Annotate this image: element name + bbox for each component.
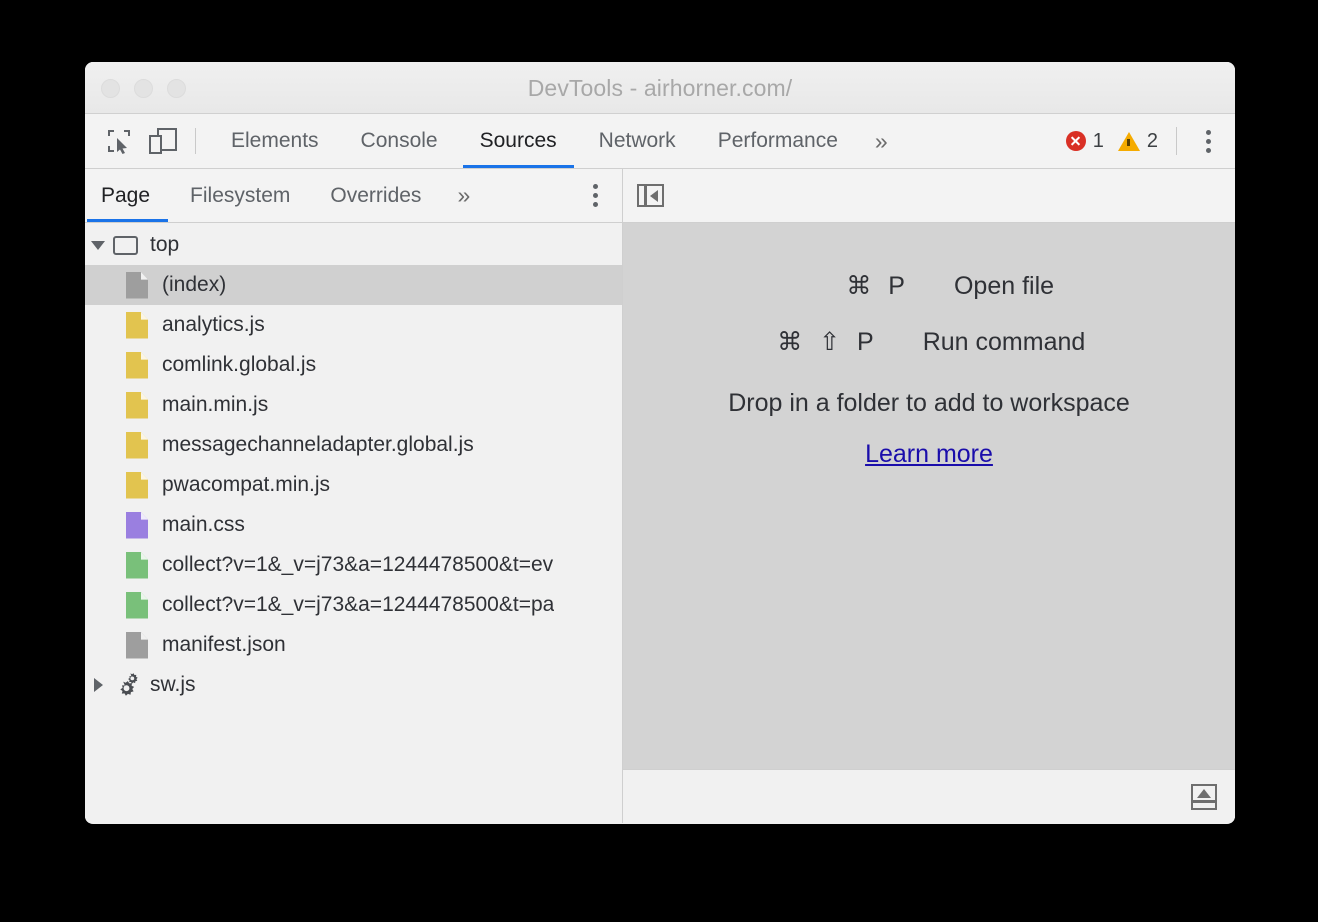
tree-item-label: messagechanneladapter.global.js [162,433,474,457]
window-title: DevTools - airhorner.com/ [85,75,1235,102]
kebab-menu-icon[interactable] [1191,121,1225,161]
document-icon [123,391,151,419]
tab-network[interactable]: Network [578,114,697,168]
screenshot-root: DevTools - airhorner.com/ Elements [0,0,1318,922]
navigator-tab-list: Page Filesystem Overrides » [85,169,622,223]
warning-count: 2 [1147,130,1158,153]
tree-item-manifest-json[interactable]: manifest.json [85,625,622,665]
tab-performance[interactable]: Performance [697,114,859,168]
shortcut-open-file-keys: ⌘ P [804,271,954,301]
tab-sources[interactable]: Sources [459,114,578,168]
show-navigator-icon[interactable] [637,184,664,207]
device-toolbar-icon[interactable] [141,121,185,161]
tab-page-label: Page [101,184,150,208]
inspect-element-icon[interactable] [97,121,141,161]
tab-sources-label: Sources [480,129,557,153]
document-icon [123,591,151,619]
window-titlebar: DevTools - airhorner.com/ [85,62,1235,114]
tab-network-label: Network [599,129,676,153]
document-icon [123,431,151,459]
error-icon [1066,131,1086,151]
more-panels-label: » [875,128,888,155]
document-icon [123,471,151,499]
chevron-down-icon[interactable] [85,241,111,250]
shortcut-run-command: ⌘ ⇧ P Run command [773,327,1086,357]
document-icon [123,311,151,339]
document-icon [123,271,151,299]
sources-panel: Page Filesystem Overrides » [85,169,1235,823]
document-icon [123,511,151,539]
shortcut-run-command-keys: ⌘ ⇧ P [773,327,923,357]
tree-item-sw-js[interactable]: sw.js [85,665,622,705]
tree-item-comlink-global-js[interactable]: comlink.global.js [85,345,622,385]
tab-overrides[interactable]: Overrides [310,169,441,222]
tree-item-index[interactable]: (index) [85,265,622,305]
tab-page[interactable]: Page [85,169,170,222]
shortcut-open-file: ⌘ P Open file [804,271,1054,301]
document-icon [123,351,151,379]
shortcut-open-file-action: Open file [954,272,1054,301]
file-tree[interactable]: top (index) analytics.js [85,223,622,823]
tab-console[interactable]: Console [340,114,459,168]
editor-placeholder: ⌘ P Open file ⌘ ⇧ P Run command Drop in … [623,223,1235,769]
warning-icon [1118,132,1140,151]
drop-folder-hint: Drop in a folder to add to workspace [728,389,1130,418]
panel-tab-list: Elements Console Sources Network Perform… [210,114,904,168]
tree-item-pwacompat-min-js[interactable]: pwacompat.min.js [85,465,622,505]
gears-icon [111,671,139,699]
tab-overrides-label: Overrides [330,184,421,208]
tree-item-label: collect?v=1&_v=j73&a=1244478500&t=pa [162,593,554,617]
tree-item-label: sw.js [150,673,196,697]
more-navigator-tabs-icon[interactable]: » [441,169,486,222]
error-badge[interactable]: 1 [1066,130,1104,153]
chevron-right-icon[interactable] [85,678,111,692]
tree-item-label: main.min.js [162,393,268,417]
tree-item-analytics-js[interactable]: analytics.js [85,305,622,345]
devtools-window: DevTools - airhorner.com/ Elements [85,62,1235,824]
tree-item-label: main.css [162,513,245,537]
editor-statusbar [623,769,1235,823]
tree-item-label: analytics.js [162,313,265,337]
tree-item-label: manifest.json [162,633,286,657]
tab-performance-label: Performance [718,129,838,153]
tree-item-collect-event[interactable]: collect?v=1&_v=j73&a=1244478500&t=ev [85,545,622,585]
tree-item-label: comlink.global.js [162,353,316,377]
toolbar-divider [195,128,196,154]
tab-elements[interactable]: Elements [210,114,340,168]
tree-item-main-min-js[interactable]: main.min.js [85,385,622,425]
tab-filesystem[interactable]: Filesystem [170,169,310,222]
tab-console-label: Console [361,129,438,153]
more-panels-icon[interactable]: » [859,114,904,168]
tree-item-messagechanneladapter-global-js[interactable]: messagechanneladapter.global.js [85,425,622,465]
tab-elements-label: Elements [231,129,319,153]
tab-filesystem-label: Filesystem [190,184,290,208]
tree-item-label: pwacompat.min.js [162,473,330,497]
frame-icon [111,231,139,259]
navigator-menu-button[interactable] [578,169,612,222]
more-navigator-tabs-label: » [457,182,470,209]
shortcut-run-command-action: Run command [923,328,1086,357]
toolbar-right-group: 1 2 [1052,121,1235,161]
show-drawer-icon[interactable] [1191,784,1217,810]
devtools-toolbar: Elements Console Sources Network Perform… [85,114,1235,169]
learn-more-link[interactable]: Learn more [865,440,993,469]
kebab-menu-icon[interactable] [578,176,612,216]
tree-item-label: collect?v=1&_v=j73&a=1244478500&t=ev [162,553,553,577]
document-icon [123,551,151,579]
toolbar-right-divider [1176,127,1177,155]
document-icon [123,631,151,659]
tree-item-main-css[interactable]: main.css [85,505,622,545]
tree-item-label: (index) [162,273,226,297]
editor-pane: ⌘ P Open file ⌘ ⇧ P Run command Drop in … [623,169,1235,823]
editor-tabbar [623,169,1235,223]
error-count: 1 [1093,130,1104,153]
warning-badge[interactable]: 2 [1118,130,1158,153]
navigator-pane: Page Filesystem Overrides » [85,169,623,823]
tree-item-collect-pageview[interactable]: collect?v=1&_v=j73&a=1244478500&t=pa [85,585,622,625]
tree-item-top[interactable]: top [85,225,622,265]
tree-item-label: top [150,233,179,257]
